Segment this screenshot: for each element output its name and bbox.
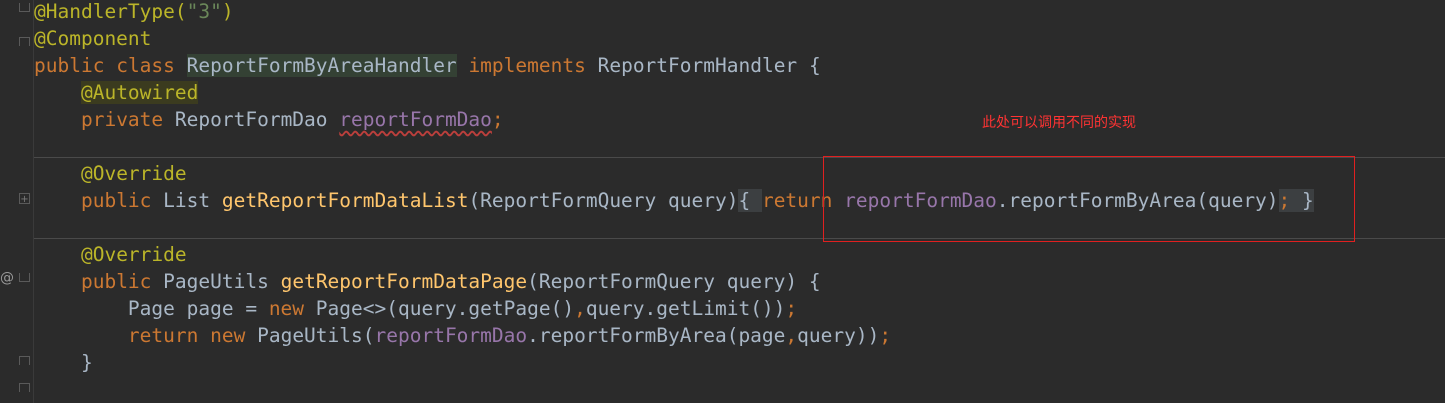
comma-token: , xyxy=(574,297,586,320)
fold-end-icon[interactable] xyxy=(19,383,30,392)
call-token: Page<>(query.getPage() xyxy=(304,297,575,320)
call-token: query.getLimit()) xyxy=(585,297,786,320)
method-name-token: getReportFormDataList xyxy=(221,189,469,212)
semicolon-token: ; xyxy=(785,297,798,320)
folded-brace-token[interactable]: { xyxy=(738,189,762,212)
keyword-token: private xyxy=(80,108,164,131)
annotation-token: @Autowired xyxy=(80,81,199,104)
brace-token: { xyxy=(808,54,821,77)
type-token: PageUtils xyxy=(163,270,269,293)
keyword-token: return xyxy=(761,189,833,212)
type-token: ReportFormDao xyxy=(174,108,328,131)
call-token: .reportFormByArea(page xyxy=(527,324,786,347)
comma-token: , xyxy=(785,324,798,347)
code-line-10[interactable]: Page page = new Page<>(query.getPage(),q… xyxy=(34,295,797,322)
annotation-token: @HandlerType( xyxy=(34,0,187,23)
field-token: reportFormDao xyxy=(339,108,492,131)
keyword-token: new xyxy=(210,324,246,347)
code-line-8[interactable]: @Override xyxy=(34,241,187,268)
params-token: (ReportFormQuery query) xyxy=(468,189,739,212)
code-line-4[interactable]: @Autowired xyxy=(34,79,199,106)
keyword-token: implements xyxy=(468,54,586,77)
code-line-1[interactable]: @HandlerType("3") xyxy=(34,0,234,25)
interface-token: ReportFormHandler xyxy=(597,54,798,77)
highlight-box xyxy=(823,156,1355,242)
annotation-token: @Override xyxy=(80,243,187,266)
fold-expand-icon[interactable]: + xyxy=(19,193,30,205)
annotation-token: @Component xyxy=(34,27,152,50)
keyword-token: public xyxy=(80,270,152,293)
field-token: reportFormDao xyxy=(374,324,528,347)
call-token: PageUtils( xyxy=(245,324,375,347)
annotation-token: ) xyxy=(221,0,234,23)
type-token: Page page = xyxy=(127,297,269,320)
code-line-5[interactable]: private ReportFormDao reportFormDao; xyxy=(34,106,504,133)
method-name-token: getReportFormDataPage xyxy=(280,270,528,293)
fold-end-icon[interactable] xyxy=(19,37,30,46)
override-marker-icon[interactable]: @ xyxy=(0,270,14,286)
keyword-token: public xyxy=(34,54,105,77)
fold-end-icon[interactable] xyxy=(19,356,30,365)
code-line-12[interactable]: } xyxy=(34,349,93,376)
annotation-note: 此处可以调用不同的实现 xyxy=(982,115,1136,131)
annotation-token: @Override xyxy=(80,162,187,185)
fold-start-icon[interactable] xyxy=(19,3,30,12)
code-line-9[interactable]: public PageUtils getReportFormDataPage(R… xyxy=(34,268,821,295)
keyword-token: public xyxy=(80,189,152,212)
semicolon-token: ; xyxy=(879,324,892,347)
type-token: List xyxy=(163,189,211,212)
semicolon-token: ; xyxy=(491,108,504,131)
code-line-11[interactable]: return new PageUtils(reportFormDao.repor… xyxy=(34,322,891,349)
call-token: query)) xyxy=(797,324,880,347)
keyword-token: class xyxy=(116,54,175,77)
params-token: (ReportFormQuery query) { xyxy=(527,270,821,293)
code-line-3[interactable]: public class ReportFormByAreaHandler imp… xyxy=(34,52,821,79)
code-line-2[interactable]: @Component xyxy=(34,25,151,52)
code-editor[interactable]: + @ @HandlerType("3") @Component public … xyxy=(0,0,1445,403)
code-line-6[interactable]: @Override xyxy=(34,160,187,187)
keyword-token: return xyxy=(127,324,199,347)
keyword-token: new xyxy=(268,297,305,320)
fold-start-icon[interactable] xyxy=(19,273,30,282)
brace-token: } xyxy=(80,351,93,374)
string-token: "3" xyxy=(186,0,222,23)
class-name-token: ReportFormByAreaHandler xyxy=(186,54,457,77)
